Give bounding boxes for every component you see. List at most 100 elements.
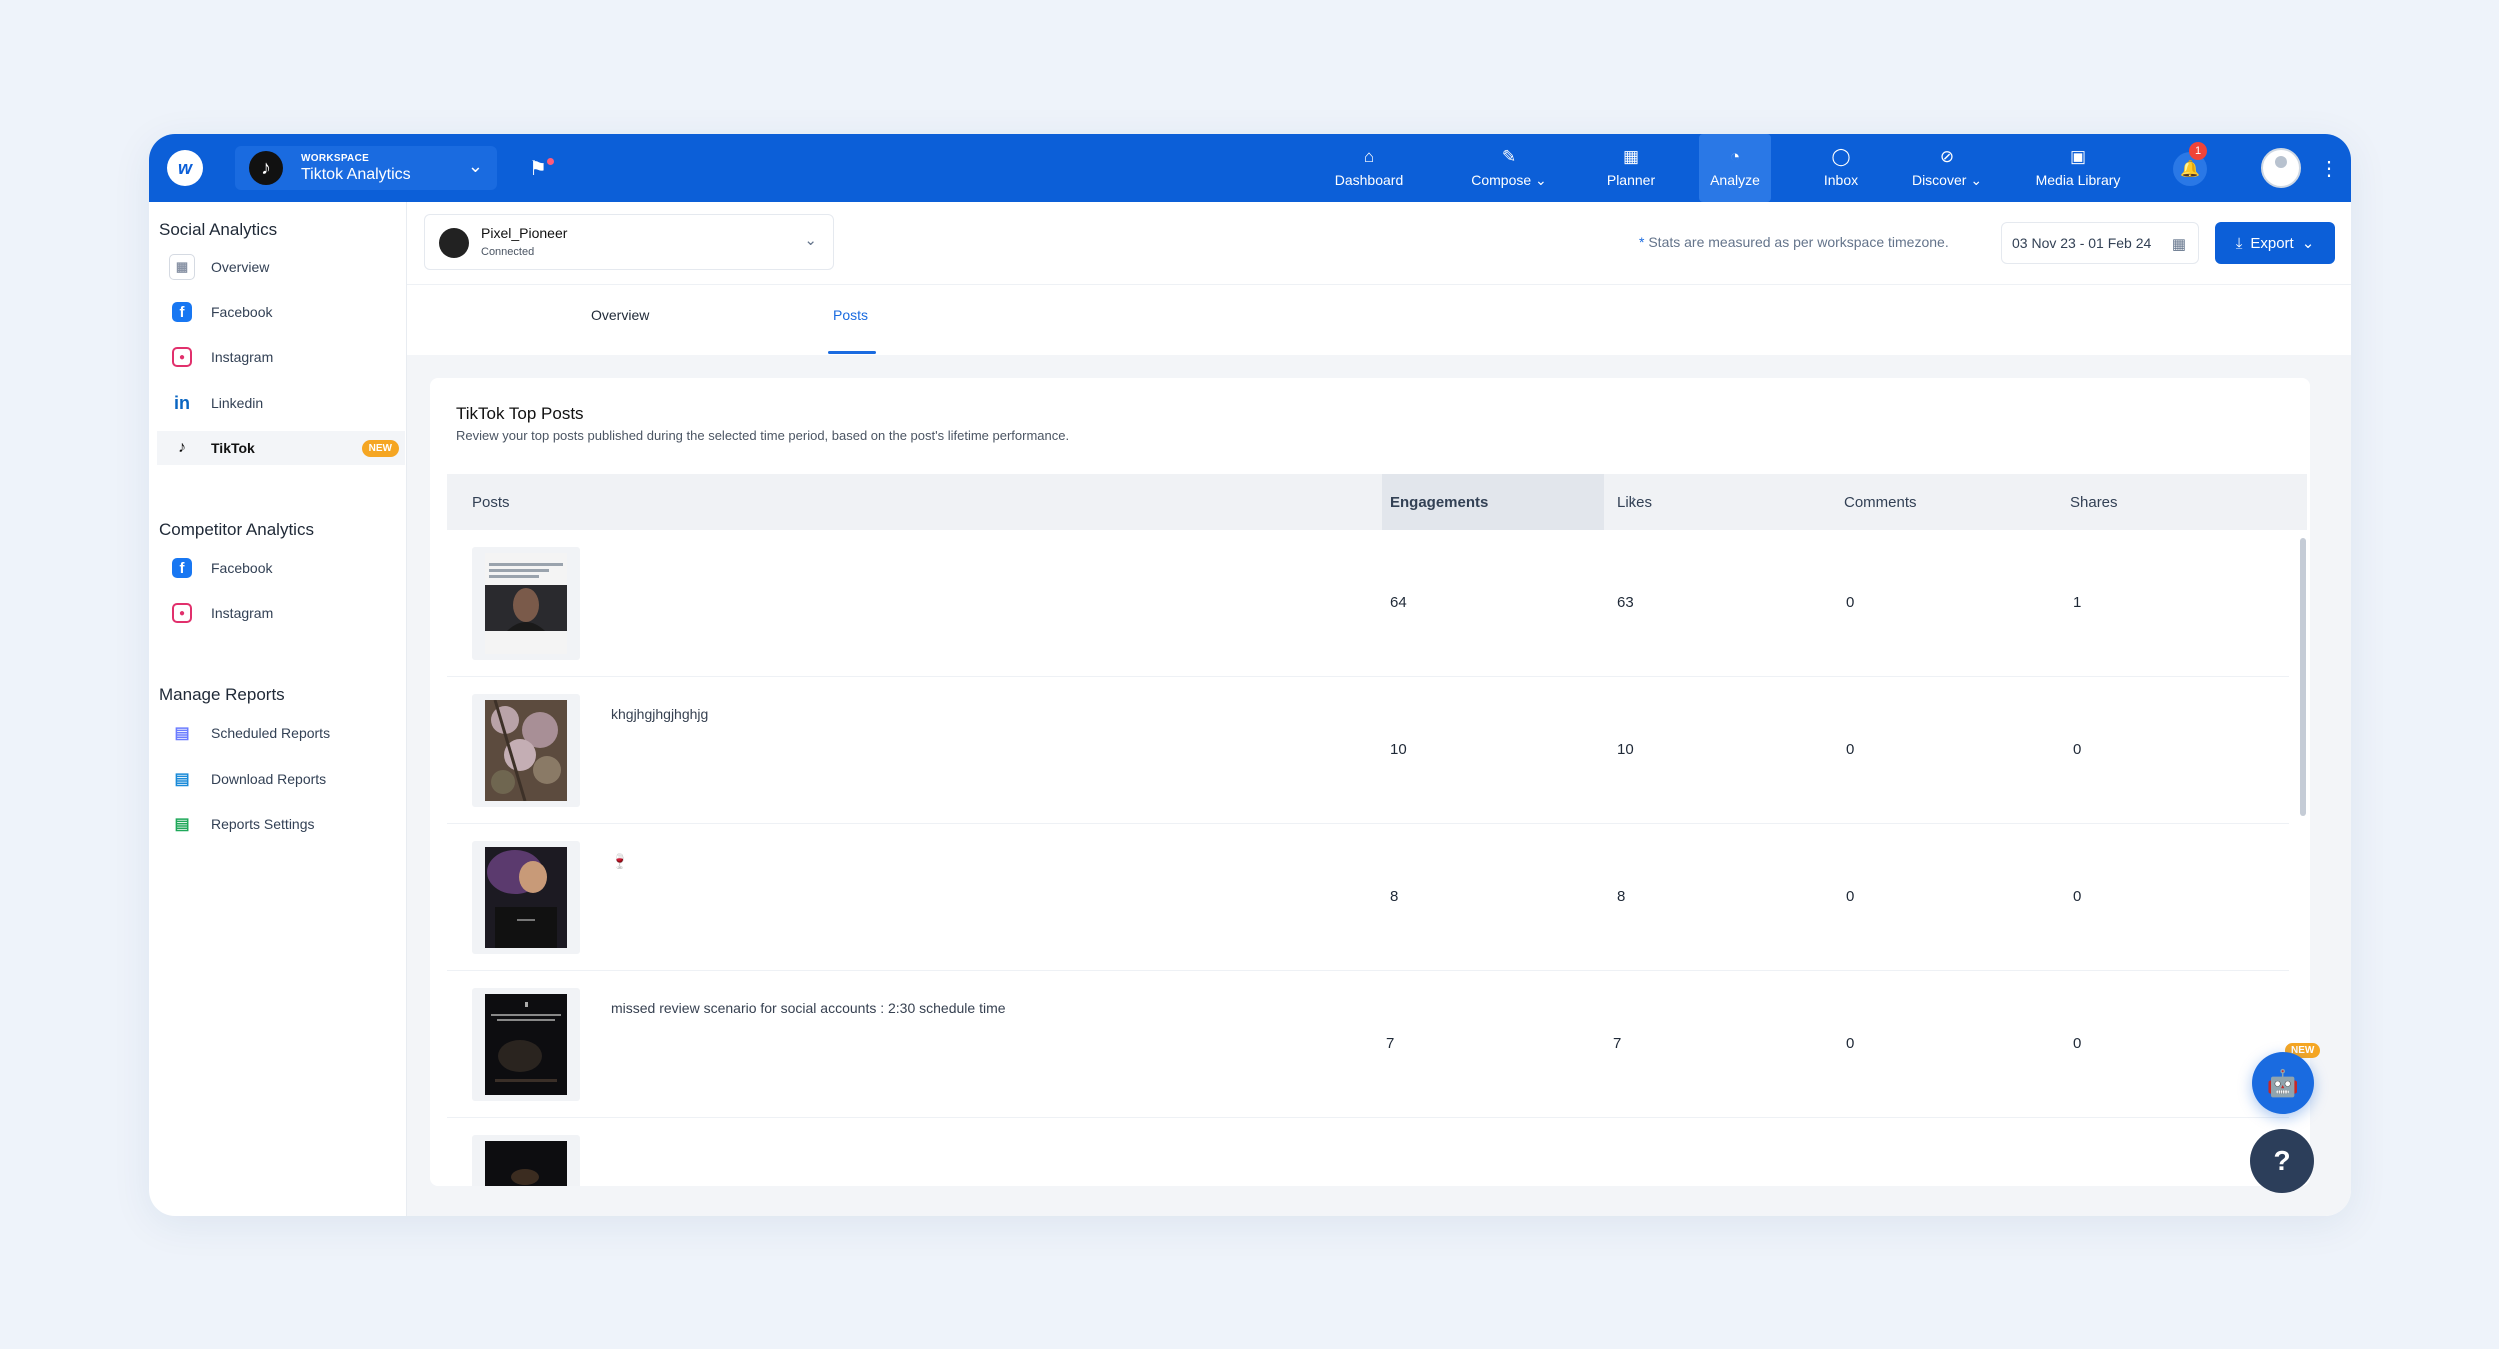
comments-value: 0 — [1846, 594, 1855, 611]
nav-label: Planner — [1606, 172, 1656, 188]
nav-label: Dashboard — [1334, 172, 1404, 188]
top-navigation-bar: w ♪ WORKSPACE Tiktok Analytics ⌄ ⚑ ⌂ Das… — [149, 134, 2351, 202]
tab-posts[interactable]: Posts — [833, 307, 868, 323]
shares-value: 0 — [2073, 1035, 2082, 1052]
sidebar-item-label: Linkedin — [211, 395, 264, 411]
workspace-switcher[interactable]: ♪ WORKSPACE Tiktok Analytics ⌄ — [235, 146, 497, 190]
likes-value: 7 — [1613, 1035, 1622, 1052]
nav-media-library[interactable]: ▣ Media Library — [2023, 134, 2133, 202]
new-badge: NEW — [361, 440, 399, 457]
sidebar-item-scheduled-reports[interactable]: ▤ Scheduled Reports — [157, 716, 405, 750]
account-status: Connected — [481, 246, 535, 258]
post-image — [485, 847, 567, 948]
column-header-engagements[interactable]: Engagements — [1390, 494, 1488, 511]
more-options-icon[interactable]: ⋮ — [2319, 156, 2339, 181]
column-header-likes[interactable]: Likes — [1617, 494, 1652, 511]
nav-label: Discover — [1911, 171, 1967, 188]
chevron-down-icon: ⌄ — [804, 232, 817, 249]
calendar-icon: ▦ — [1622, 147, 1640, 166]
sidebar-item-label: Facebook — [211, 560, 273, 576]
comments-value: 0 — [1846, 741, 1855, 758]
sidebar-item-download-reports[interactable]: ▤ Download Reports — [157, 762, 405, 796]
nav-analyze[interactable]: ◔ Analyze — [1699, 134, 1771, 202]
user-avatar[interactable] — [2261, 148, 2301, 188]
post-caption: 🍷 — [611, 853, 629, 869]
chevron-down-icon: ⌄ — [2301, 235, 2315, 252]
comments-value: 0 — [1846, 1035, 1855, 1052]
account-selector[interactable]: Pixel_Pioneer Connected ⌄ — [424, 214, 834, 270]
tab-bar: Overview Posts — [407, 285, 2351, 355]
table-row[interactable]: missed review scenario for social accoun… — [447, 971, 2289, 1118]
post-thumbnail[interactable] — [472, 1135, 580, 1186]
sidebar-item-competitor-instagram[interactable]: ● Instagram — [157, 596, 405, 630]
column-header-shares[interactable]: Shares — [2070, 494, 2118, 511]
table-scrollbar[interactable] — [2300, 538, 2306, 816]
post-image — [485, 1141, 567, 1186]
top-posts-card: TikTok Top Posts Review your top posts p… — [430, 378, 2310, 1186]
chevron-down-icon: ⌄ — [1535, 171, 1547, 188]
date-range-value: 03 Nov 23 - 01 Feb 24 — [2012, 235, 2152, 251]
column-header-comments[interactable]: Comments — [1844, 494, 1917, 511]
nav-label: Compose — [1471, 171, 1532, 188]
grid-icon: ▦ — [169, 254, 195, 280]
table-row[interactable]: khgjhgjhgjhghjg 10 10 0 0 — [447, 677, 2289, 824]
nav-inbox[interactable]: ◯ Inbox — [1813, 134, 1869, 202]
app-logo[interactable]: w — [167, 150, 203, 186]
sidebar-item-facebook[interactable]: f Facebook — [157, 295, 405, 329]
date-range-picker[interactable]: 03 Nov 23 - 01 Feb 24 ▦ — [2001, 222, 2199, 264]
post-thumbnail[interactable] — [472, 694, 580, 807]
sidebar-item-linkedin[interactable]: in Linkedin — [157, 386, 405, 420]
tab-overview[interactable]: Overview — [591, 307, 649, 323]
sidebar-item-instagram[interactable]: ● Instagram — [157, 340, 405, 374]
workspace-kicker: WORKSPACE — [301, 153, 370, 164]
nav-planner[interactable]: ▦ Planner — [1597, 134, 1665, 202]
help-button[interactable]: ? — [2250, 1129, 2314, 1193]
sidebar-item-label: Download Reports — [211, 771, 327, 787]
card-title: TikTok Top Posts — [456, 404, 584, 423]
sidebar-item-label: Instagram — [211, 349, 274, 365]
post-thumbnail[interactable] — [472, 547, 580, 660]
facebook-icon: f — [172, 302, 192, 322]
column-header-posts[interactable]: Posts — [472, 494, 510, 511]
account-avatar — [439, 228, 469, 258]
comments-value: 0 — [1846, 888, 1855, 905]
nav-discover[interactable]: ⊘ Discover ⌄ — [1897, 134, 1997, 202]
nav-label-wrap: Compose ⌄ — [1471, 172, 1547, 189]
sidebar-item-label: TikTok — [211, 440, 255, 456]
sidebar-item-label: Overview — [211, 259, 270, 275]
report-settings-icon: ▤ — [174, 816, 190, 833]
pencil-icon: ✎ — [1501, 146, 1517, 166]
section-heading-competitor-analytics: Competitor Analytics — [159, 520, 314, 539]
post-image — [485, 553, 567, 654]
sidebar-item-label: Instagram — [211, 605, 274, 621]
sidebar-item-overview[interactable]: ▦ Overview — [157, 250, 405, 284]
post-image — [485, 994, 567, 1095]
home-icon: ⌂ — [1363, 147, 1375, 166]
table-row[interactable]: 64 63 0 1 — [447, 530, 2289, 677]
nav-label: Inbox — [1823, 172, 1859, 188]
compass-icon: ⊘ — [1939, 146, 1955, 166]
export-button[interactable]: ⤓ Export ⌄ — [2215, 222, 2335, 264]
sidebar-item-reports-settings[interactable]: ▤ Reports Settings — [157, 807, 405, 841]
post-thumbnail[interactable] — [472, 988, 580, 1101]
sidebar-item-tiktok[interactable]: ♪ TikTok NEW — [157, 431, 405, 465]
nav-compose[interactable]: ✎ Compose ⌄ — [1459, 134, 1559, 202]
tiktok-icon: ♪ — [249, 151, 283, 185]
sidebar: Social Analytics ▦ Overview f Facebook ●… — [149, 202, 407, 1216]
post-image — [485, 700, 567, 801]
table-row[interactable] — [447, 1118, 2289, 1186]
section-heading-manage-reports: Manage Reports — [159, 685, 285, 704]
table-row[interactable]: 🍷 8 8 0 0 — [447, 824, 2289, 971]
sidebar-item-competitor-facebook[interactable]: f Facebook — [157, 551, 405, 585]
asterisk: * — [1639, 234, 1645, 250]
nav-dashboard[interactable]: ⌂ Dashboard — [1333, 134, 1405, 202]
post-thumbnail[interactable] — [472, 841, 580, 954]
engagements-value: 10 — [1390, 741, 1407, 758]
account-name: Pixel_Pioneer — [481, 225, 568, 241]
section-heading-social-analytics: Social Analytics — [159, 220, 278, 239]
sidebar-item-label: Facebook — [211, 304, 273, 320]
chat-icon: ◯ — [1831, 147, 1851, 166]
ai-assistant-robot-icon[interactable]: 🤖 — [2252, 1052, 2314, 1114]
post-caption: khgjhgjhgjhghjg — [611, 706, 709, 722]
instagram-icon: ● — [172, 603, 192, 623]
